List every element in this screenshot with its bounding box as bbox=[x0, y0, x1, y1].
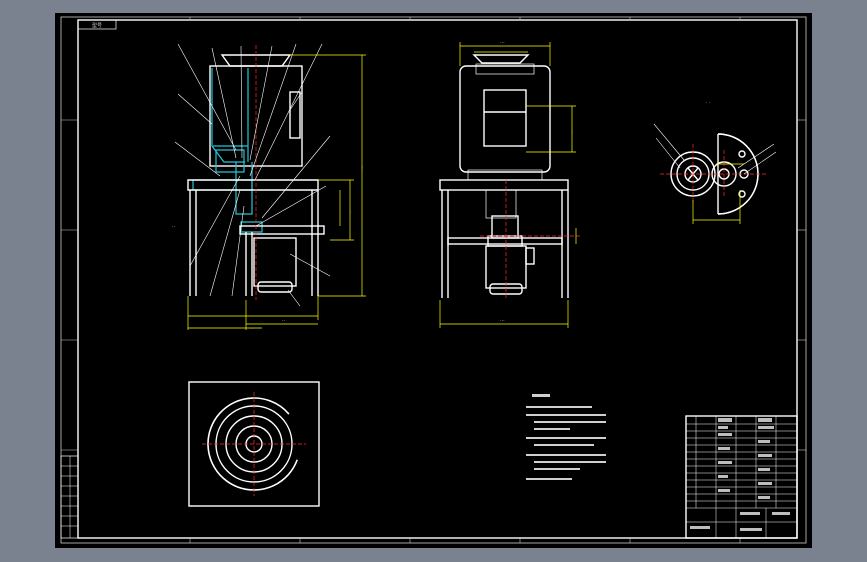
cad-viewport[interactable]: 型号 ··· ·· ·· ·· ·· ··· ··· ·· · · bbox=[0, 0, 867, 562]
svg-text:··: ·· bbox=[172, 224, 176, 230]
svg-text:··: ·· bbox=[282, 318, 286, 324]
svg-text:···: ··· bbox=[500, 40, 505, 46]
svg-text:···: ··· bbox=[500, 318, 505, 324]
svg-text:··: ·· bbox=[250, 326, 254, 332]
drawing-number-label: 型号 bbox=[92, 22, 102, 29]
drawing-sheet bbox=[55, 13, 812, 548]
svg-text:··: ·· bbox=[570, 130, 576, 134]
engineering-drawing: 型号 ··· ·· ·· ·· ·· ··· ··· ·· · · bbox=[0, 0, 867, 562]
svg-text:· ·: · · bbox=[706, 100, 711, 106]
svg-text:···: ··· bbox=[360, 165, 366, 170]
svg-text:··: ·· bbox=[348, 210, 354, 214]
